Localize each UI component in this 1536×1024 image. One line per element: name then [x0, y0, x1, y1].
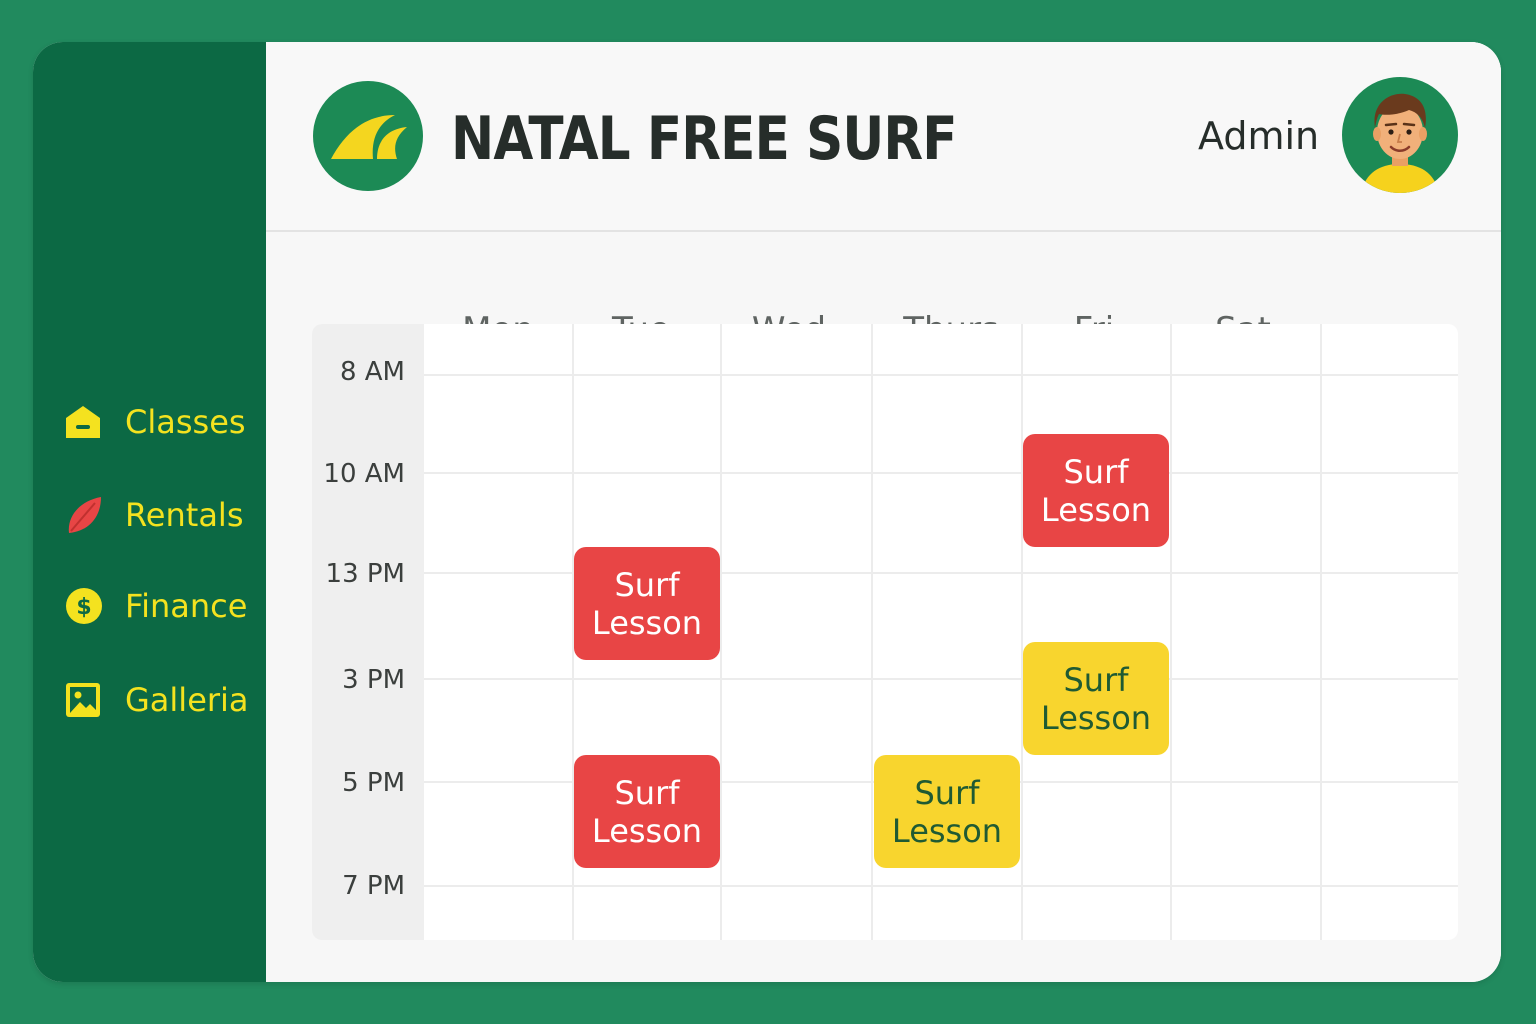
time-label-10am: 10 AM [323, 459, 405, 489]
svg-text:$: $ [76, 595, 91, 620]
sidebar-item-classes[interactable]: Classes [65, 397, 246, 447]
grid-line [871, 324, 873, 940]
event-text: Surf Lesson [591, 565, 703, 642]
time-column: 8 AM 10 AM 13 PM 3 PM 5 PM 7 PM [312, 324, 424, 940]
grid-line [424, 472, 1458, 474]
sidebar-item-label: Finance [125, 587, 248, 625]
house-icon [65, 402, 105, 442]
grid-line [1170, 324, 1172, 940]
grid-line [1320, 324, 1322, 940]
event-text: Surf Lesson [1040, 660, 1152, 737]
time-label-3pm: 3 PM [342, 665, 405, 695]
grid-line [720, 324, 722, 940]
leaf-surfboard-icon [65, 495, 105, 535]
time-label-8am: 8 AM [339, 357, 405, 387]
grid-line [1021, 324, 1023, 940]
sidebar-item-galleria[interactable]: Galleria [65, 675, 249, 725]
time-label-13pm: 13 PM [325, 559, 405, 589]
event-surf-lesson[interactable]: Surf Lesson [574, 547, 720, 660]
event-surf-lesson[interactable]: Surf Lesson [1023, 434, 1169, 547]
grid-line [424, 678, 1458, 680]
page-title: NATAL FREE SURF [451, 104, 958, 174]
wave-logo-icon [313, 81, 423, 191]
image-icon [65, 680, 105, 720]
user-role-label: Admin [1198, 114, 1320, 158]
event-text: Surf Lesson [591, 773, 703, 850]
header: NATAL FREE SURF Admin [266, 42, 1501, 232]
sidebar-item-rentals[interactable]: Rentals [65, 490, 243, 540]
avatar[interactable] [1341, 76, 1459, 194]
time-label-7pm: 7 PM [342, 871, 405, 901]
calendar-grid: 8 AM 10 AM 13 PM 3 PM 5 PM 7 PM Surf Less… [312, 324, 1458, 940]
event-surf-lesson[interactable]: Surf Lesson [874, 755, 1020, 868]
dollar-coin-icon: $ [65, 586, 105, 626]
grid-line [424, 374, 1458, 376]
time-label-5pm: 5 PM [342, 768, 405, 798]
sidebar: Classes Rentals $ Finance Galleria [33, 42, 266, 982]
sidebar-item-finance[interactable]: $ Finance [65, 581, 247, 631]
event-surf-lesson[interactable]: Surf Lesson [574, 755, 720, 868]
sidebar-item-label: Galleria [125, 681, 249, 719]
grid-line [424, 885, 1458, 887]
event-surf-lesson[interactable]: Surf Lesson [1023, 642, 1169, 755]
sidebar-item-label: Rentals [125, 496, 244, 534]
event-text: Surf Lesson [891, 773, 1003, 850]
sidebar-item-label: Classes [125, 403, 246, 441]
event-text: Surf Lesson [1040, 452, 1152, 529]
